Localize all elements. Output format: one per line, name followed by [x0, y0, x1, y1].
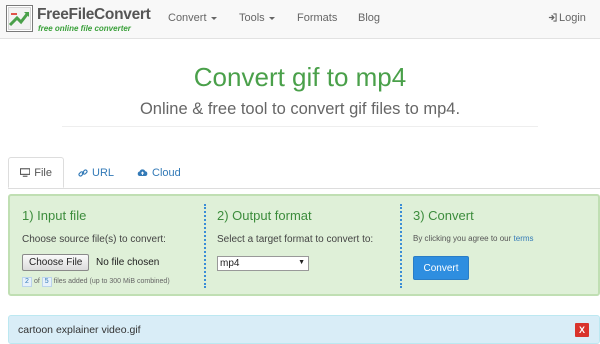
tabs-border [8, 188, 600, 189]
format-select-value: mp4 [220, 258, 240, 269]
input-file-instruction: Choose source file(s) to convert: [22, 234, 166, 245]
logo-icon [6, 5, 33, 32]
files-of-text: of [33, 278, 40, 285]
logo-title: FreeFileConvert [37, 6, 151, 23]
converter-panel: 1) Input file Choose source file(s) to c… [8, 194, 600, 296]
nav-tools-menu[interactable]: Tools [239, 12, 275, 24]
logo-tagline: free online file converter [38, 24, 131, 33]
site-logo[interactable]: FreeFileConvert free online file convert… [6, 5, 176, 33]
input-file-title: 1) Input file [22, 208, 87, 223]
sign-in-icon [548, 13, 557, 22]
column-divider [204, 204, 207, 288]
tab-url-label: URL [92, 166, 115, 179]
file-chosen-status: No file chosen [96, 257, 160, 268]
link-icon [78, 168, 88, 177]
tab-cloud-label: Cloud [152, 166, 181, 179]
login-link[interactable]: Login [548, 12, 586, 24]
caret-down-icon [210, 16, 217, 20]
convert-section: 3) Convert By clicking you agree to our … [413, 196, 593, 294]
files-added-count: 2 [22, 277, 32, 287]
output-format-section: 2) Output format Select a target format … [217, 196, 397, 294]
output-format-title: 2) Output format [217, 208, 312, 223]
nav-formats-link[interactable]: Formats [297, 12, 337, 24]
monitor-icon [20, 168, 31, 177]
cloud-icon [137, 169, 148, 176]
terms-notice-text: By clicking you agree to our [413, 234, 512, 243]
output-format-instruction: Select a target format to convert to: [217, 234, 374, 245]
column-divider [400, 204, 403, 288]
page-subtitle: Online & free tool to convert gif files … [139, 100, 461, 118]
file-list-item: cartoon explainer video.gif X [8, 315, 600, 344]
files-max-count: 5 [41, 277, 52, 287]
file-name: cartoon explainer video.gif [18, 324, 141, 336]
hero-divider [62, 126, 538, 127]
navbar: FreeFileConvert free online file convert… [0, 0, 600, 39]
terms-link[interactable]: terms [514, 234, 534, 243]
nav-convert-menu[interactable]: Convert [168, 12, 217, 24]
tab-cloud[interactable]: Cloud [137, 157, 181, 188]
input-file-section: 1) Input file Choose source file(s) to c… [22, 196, 202, 294]
remove-file-button[interactable]: X [575, 323, 589, 337]
convert-button[interactable]: Convert [413, 256, 469, 280]
convert-title: 3) Convert [413, 208, 474, 223]
nav-blog-link[interactable]: Blog [358, 12, 380, 24]
login-label: Login [559, 12, 586, 24]
select-arrow-icon: ▼ [298, 259, 305, 266]
files-added-counter: 2 of 5 files added (up to 300 MiB combin… [22, 277, 170, 287]
format-select[interactable]: mp4 ▼ [217, 256, 309, 271]
tab-url[interactable]: URL [78, 157, 114, 188]
tab-file[interactable]: File [8, 157, 64, 188]
choose-file-button[interactable]: Choose File [22, 254, 90, 271]
tab-file-label: File [34, 166, 52, 179]
nav-convert-label: Convert [168, 12, 207, 24]
caret-down-icon [268, 16, 275, 20]
terms-notice: By clicking you agree to our terms [413, 234, 534, 243]
nav-tools-label: Tools [239, 12, 265, 24]
page-title: Convert gif to mp4 [193, 62, 407, 92]
files-limit-text: files added (up to 300 MiB combined) [53, 278, 170, 285]
